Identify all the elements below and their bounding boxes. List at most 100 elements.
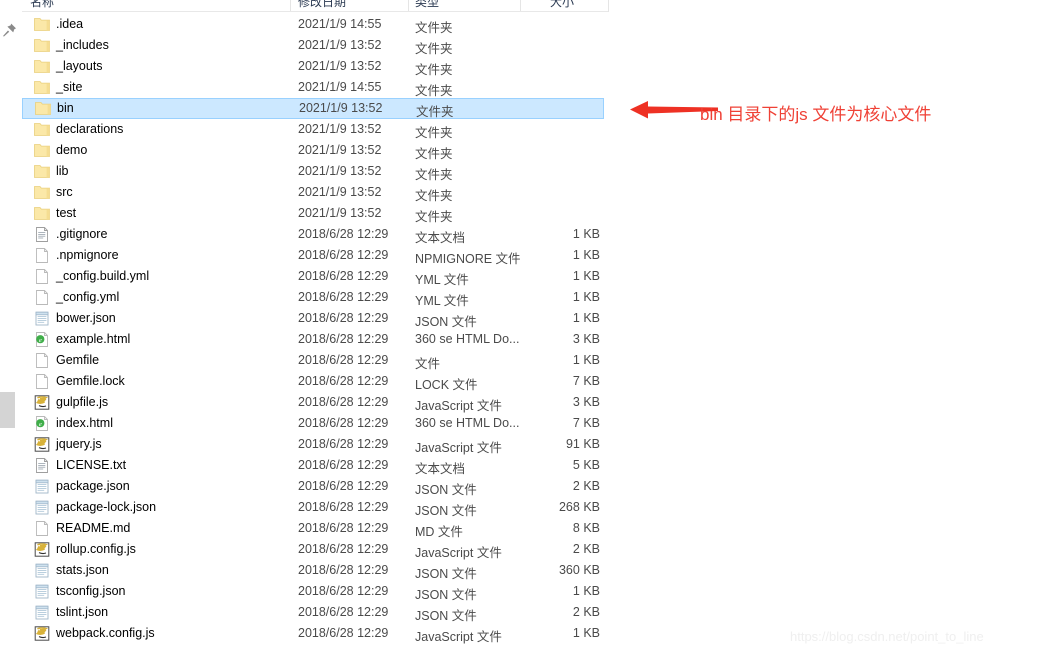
table-row[interactable]: declarations 2021/1/9 13:52 文件夹: [22, 119, 604, 140]
svg-text:e: e: [39, 421, 42, 428]
file-type-cell: 文本文档: [415, 462, 466, 476]
vertical-scrollbar-track[interactable]: [0, 0, 15, 654]
table-row[interactable]: rollup.config.js 2018/6/28 12:29 JavaScrip…: [22, 539, 604, 560]
left-gutter: [0, 0, 22, 654]
table-row[interactable]: gulpfile.js 2018/6/28 12:29 JavaScript 文件 3…: [22, 392, 604, 413]
file-date-cell: 2018/6/28 12:29: [298, 437, 389, 451]
table-row[interactable]: package-lock.json 2018/6/28 12:29 JSON 文件 2…: [22, 497, 604, 518]
file-type-cell: JSON 文件: [415, 609, 477, 623]
blank-file-icon: [34, 374, 50, 389]
file-date-cell: 2018/6/28 12:29: [298, 584, 389, 598]
file-size-cell: 8 KB: [572, 521, 600, 535]
table-row[interactable]: webpack.config.js 2018/6/28 12:29 JavaScri…: [22, 623, 604, 644]
file-size-cell: 7 KB: [572, 374, 600, 388]
table-row[interactable]: Gemfile 2018/6/28 12:29 文件 1 KB: [22, 350, 604, 371]
file-type-cell: JSON 文件: [415, 483, 477, 497]
javascript-icon: [34, 542, 50, 557]
table-row[interactable]: demo 2021/1/9 13:52 文件夹: [22, 140, 604, 161]
file-date-cell: 2021/1/9 13:52: [298, 59, 382, 73]
table-row[interactable]: src 2021/1/9 13:52 文件夹: [22, 182, 604, 203]
file-type-cell: 文本文档: [415, 231, 466, 245]
text-document-icon: [34, 458, 50, 473]
file-date-cell: 2018/6/28 12:29: [298, 416, 389, 430]
file-date-cell: 2018/6/28 12:29: [298, 395, 389, 409]
pushpin-icon[interactable]: [2, 22, 18, 38]
notepad-icon: [34, 605, 50, 620]
file-date-cell: 2018/6/28 12:29: [298, 248, 389, 262]
table-row[interactable]: README.md 2018/6/28 12:29 MD 文件 8 KB: [22, 518, 604, 539]
file-date-cell: 2021/1/9 13:52: [298, 206, 382, 220]
file-name-cell: Gemfile.lock: [56, 374, 125, 388]
file-size-cell: 1 KB: [572, 311, 600, 325]
file-type-cell: 文件夹: [416, 105, 454, 119]
table-row[interactable]: .gitignore 2018/6/28 12:29 文本文档 1 KB: [22, 224, 604, 245]
column-header-type[interactable]: 类型: [415, 0, 439, 10]
file-name-cell: index.html: [56, 416, 113, 430]
file-type-cell: 文件: [415, 357, 441, 371]
table-row[interactable]: test 2021/1/9 13:52 文件夹: [22, 203, 604, 224]
file-date-cell: 2018/6/28 12:29: [298, 563, 389, 577]
column-divider-size-end[interactable]: [608, 0, 609, 12]
table-row-selected[interactable]: bin 2021/1/9 13:52 文件夹: [22, 98, 604, 119]
table-row[interactable]: lib 2021/1/9 13:52 文件夹: [22, 161, 604, 182]
table-row[interactable]: e example.html 2018/6/28 12:29 360 se HTML …: [22, 329, 604, 350]
column-header-name[interactable]: 名称: [30, 0, 54, 10]
file-type-cell: JSON 文件: [415, 504, 477, 518]
file-type-cell: JSON 文件: [415, 315, 477, 329]
table-row[interactable]: jquery.js 2018/6/28 12:29 JavaScript 文件 91 …: [22, 434, 604, 455]
file-row-list[interactable]: .idea 2021/1/9 14:55 文件夹 _includes 2021/1/9 …: [22, 14, 608, 644]
table-row[interactable]: stats.json 2018/6/28 12:29 JSON 文件 360 KB: [22, 560, 604, 581]
file-name-cell: Gemfile: [56, 353, 100, 367]
javascript-icon: [34, 437, 50, 452]
file-date-cell: 2021/1/9 13:52: [298, 38, 382, 52]
table-row[interactable]: _config.yml 2018/6/28 12:29 YML 文件 1 KB: [22, 287, 604, 308]
file-type-cell: LOCK 文件: [415, 378, 478, 392]
table-row[interactable]: _includes 2021/1/9 13:52 文件夹: [22, 35, 604, 56]
blank-file-icon: [34, 521, 50, 536]
table-row[interactable]: _site 2021/1/9 14:55 文件夹: [22, 77, 604, 98]
file-date-cell: 2021/1/9 13:52: [299, 101, 383, 115]
file-name-cell: _site: [56, 80, 83, 94]
file-size-cell: 1 KB: [572, 248, 600, 262]
folder-icon: [34, 164, 50, 179]
table-row[interactable]: Gemfile.lock 2018/6/28 12:29 LOCK 文件 7 KB: [22, 371, 604, 392]
vertical-scrollbar-thumb[interactable]: [0, 392, 15, 428]
table-row[interactable]: tslint.json 2018/6/28 12:29 JSON 文件 2 KB: [22, 602, 604, 623]
table-row[interactable]: package.json 2018/6/28 12:29 JSON 文件 2 KB: [22, 476, 604, 497]
file-name-cell: .npmignore: [56, 248, 119, 262]
table-row[interactable]: _config.build.yml 2018/6/28 12:29 YML 文件 1 …: [22, 266, 604, 287]
folder-icon: [35, 101, 51, 116]
file-size-cell: 91 KB: [565, 437, 600, 451]
file-name-cell: declarations: [56, 122, 124, 136]
header-bottom-rule: [22, 11, 608, 12]
table-row[interactable]: .idea 2021/1/9 14:55 文件夹: [22, 14, 604, 35]
folder-icon: [34, 185, 50, 200]
file-type-cell: 文件夹: [415, 63, 453, 77]
file-size-cell: 5 KB: [572, 458, 600, 472]
table-row[interactable]: LICENSE.txt 2018/6/28 12:29 文本文档 5 KB: [22, 455, 604, 476]
column-header-date[interactable]: 修改日期: [298, 0, 346, 10]
notepad-icon: [34, 500, 50, 515]
table-row[interactable]: _layouts 2021/1/9 13:52 文件夹: [22, 56, 604, 77]
folder-icon: [34, 206, 50, 221]
file-type-cell: YML 文件: [415, 273, 469, 287]
file-type-cell: MD 文件: [415, 525, 463, 539]
table-row[interactable]: e index.html 2018/6/28 12:29 360 se HTML Do…: [22, 413, 604, 434]
file-name-cell: README.md: [56, 521, 131, 535]
file-name-cell: .gitignore: [56, 227, 108, 241]
table-row[interactable]: .npmignore 2018/6/28 12:29 NPMIGNORE 文件 1 K…: [22, 245, 604, 266]
table-row[interactable]: bower.json 2018/6/28 12:29 JSON 文件 1 KB: [22, 308, 604, 329]
file-list-pane[interactable]: 名称 修改日期 类型 大小 .idea 2021/1/9 14:55 文件夹 _inc…: [22, 0, 1040, 654]
column-header-size[interactable]: 大小: [550, 0, 574, 10]
file-name-cell: package-lock.json: [56, 500, 157, 514]
file-date-cell: 2018/6/28 12:29: [298, 521, 389, 535]
file-date-cell: 2018/6/28 12:29: [298, 332, 389, 346]
file-name-cell: _includes: [56, 38, 109, 52]
file-date-cell: 2018/6/28 12:29: [298, 626, 389, 640]
file-name-cell: test: [56, 206, 77, 220]
file-date-cell: 2018/6/28 12:29: [298, 458, 389, 472]
table-row[interactable]: tsconfig.json 2018/6/28 12:29 JSON 文件 1 KB: [22, 581, 604, 602]
file-size-cell: 1 KB: [572, 353, 600, 367]
file-size-cell: 1 KB: [572, 584, 600, 598]
file-name-cell: rollup.config.js: [56, 542, 136, 556]
